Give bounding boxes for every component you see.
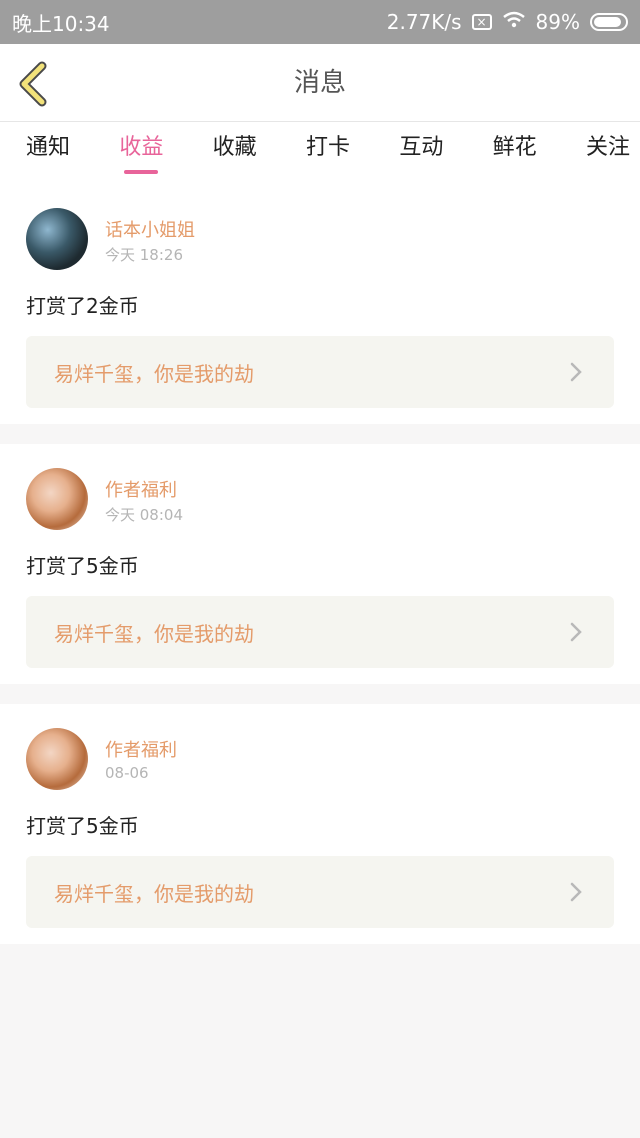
app-header: 消息 (0, 44, 640, 122)
book-title: 易烊千玺，你是我的劫 (54, 621, 254, 646)
book-link[interactable]: 易烊千玺，你是我的劫 (26, 336, 614, 408)
avatar[interactable] (26, 468, 88, 530)
tab-interaction[interactable]: 互动 (399, 122, 443, 184)
chevron-right-icon (570, 882, 582, 902)
status-time: 晚上10:34 (12, 11, 110, 36)
tab-follow[interactable]: 关注 (586, 122, 630, 184)
wifi-icon (502, 10, 526, 34)
book-link[interactable]: 易烊千玺，你是我的劫 (26, 856, 614, 928)
network-speed: 2.77K/s (386, 10, 462, 34)
message-time: 08-06 (105, 764, 149, 782)
tab-notice[interactable]: 通知 (26, 122, 70, 184)
book-title: 易烊千玺，你是我的劫 (54, 361, 254, 386)
battery-icon (590, 13, 628, 31)
message-card: 作者福利 今天 08:04 打赏了5金币 易烊千玺，你是我的劫 (0, 444, 640, 684)
message-card: 话本小姐姐 今天 18:26 打赏了2金币 易烊千玺，你是我的劫 (0, 184, 640, 424)
message-time: 今天 18:26 (105, 246, 183, 264)
sim-icon: × (471, 14, 492, 30)
chevron-right-icon (570, 622, 582, 642)
user-name[interactable]: 作者福利 (105, 476, 177, 502)
message-text: 打赏了5金币 (26, 814, 139, 838)
page-title: 消息 (293, 68, 346, 98)
message-time: 今天 08:04 (105, 506, 183, 524)
message-text: 打赏了5金币 (26, 554, 139, 578)
avatar[interactable] (26, 728, 88, 790)
tab-earnings[interactable]: 收益 (119, 122, 163, 184)
user-name[interactable]: 话本小姐姐 (105, 216, 195, 242)
status-bar: 晚上10:34 2.77K/s × 89% (0, 0, 640, 44)
battery-percent: 89% (535, 10, 580, 34)
message-text: 打赏了2金币 (26, 294, 139, 318)
book-title: 易烊千玺，你是我的劫 (54, 881, 254, 906)
avatar[interactable] (26, 208, 88, 270)
tab-favorites[interactable]: 收藏 (213, 122, 257, 184)
tab-checkin[interactable]: 打卡 (306, 122, 350, 184)
tab-bar: 通知 收益 收藏 打卡 互动 鲜花 关注 (0, 122, 640, 184)
status-right: 2.77K/s × 89% (387, 10, 628, 34)
user-name[interactable]: 作者福利 (105, 736, 177, 762)
chevron-right-icon (570, 362, 582, 382)
message-card: 作者福利 08-06 打赏了5金币 易烊千玺，你是我的劫 (0, 704, 640, 944)
tab-flowers[interactable]: 鲜花 (493, 122, 537, 184)
book-link[interactable]: 易烊千玺，你是我的劫 (26, 596, 614, 668)
